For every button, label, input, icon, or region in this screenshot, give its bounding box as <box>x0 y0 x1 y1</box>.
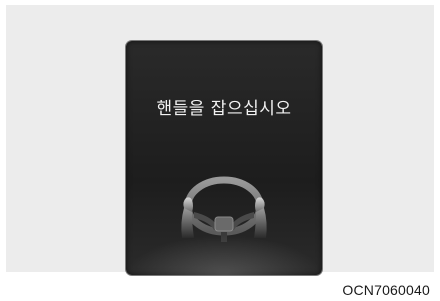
figure-code: OCN7060040 <box>342 282 430 298</box>
warning-message: 핸들을 잡으십시오 <box>156 99 292 119</box>
cluster-display: 핸들을 잡으십시오 <box>126 41 322 275</box>
steering-wheel-hands-icon <box>181 176 267 242</box>
